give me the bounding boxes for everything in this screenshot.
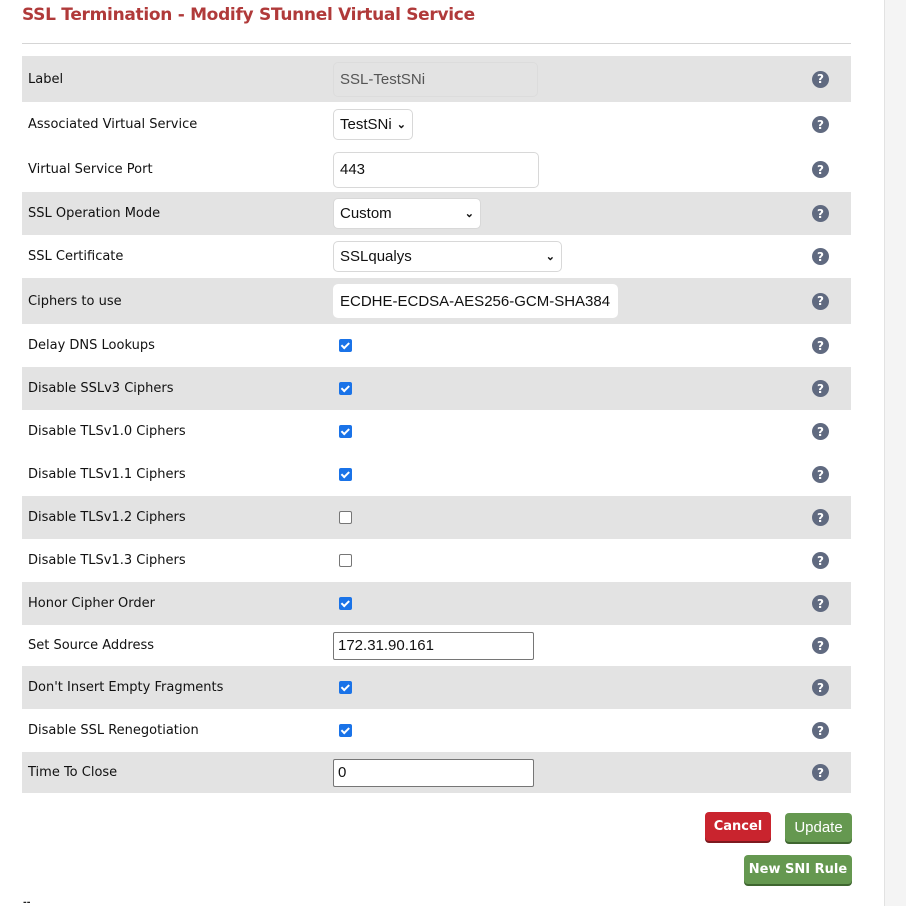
question-circle-icon[interactable]: ? (812, 205, 829, 222)
question-circle-icon[interactable]: ? (812, 637, 829, 654)
field-label: Set Source Address (28, 638, 155, 653)
form-row-delay-dns-lookups: Delay DNS Lookups ? (22, 324, 851, 367)
ssl-operation-mode-select[interactable]: Custom ⌄ (333, 198, 481, 229)
stunnel-form: Label ? Associated Virtual Service TestS… (22, 56, 851, 793)
chevron-down-icon: ⌄ (396, 119, 406, 131)
disable-ssl-renegotiation-checkbox[interactable] (339, 724, 352, 737)
form-row-virtual-service-port: Virtual Service Port ? (22, 147, 851, 192)
form-row-disable-sslv3: Disable SSLv3 Ciphers ? (22, 367, 851, 410)
question-circle-icon[interactable]: ? (812, 509, 829, 526)
form-row-set-source-address: Set Source Address ? (22, 625, 851, 666)
question-circle-icon[interactable]: ? (812, 764, 829, 781)
page-title: SSL Termination - Modify STunnel Virtual… (22, 5, 475, 25)
disable-sslv3-checkbox[interactable] (339, 382, 352, 395)
field-label: SSL Certificate (28, 249, 124, 264)
honor-cipher-order-checkbox[interactable] (339, 597, 352, 610)
form-row-ssl-certificate: SSL Certificate SSLqualys ⌄ ? (22, 235, 851, 278)
select-value: TestSNi (340, 116, 392, 133)
dont-insert-empty-fragments-checkbox[interactable] (339, 681, 352, 694)
question-circle-icon[interactable]: ? (812, 466, 829, 483)
form-row-associated-virtual-service: Associated Virtual Service TestSNi ⌄ ? (22, 102, 851, 147)
question-circle-icon[interactable]: ? (812, 595, 829, 612)
field-label: Virtual Service Port (28, 162, 153, 177)
form-row-disable-tlsv11: Disable TLSv1.1 Ciphers ? (22, 453, 851, 496)
field-label: Ciphers to use (28, 293, 122, 309)
form-row-label: Label ? (22, 56, 851, 102)
field-label: Honor Cipher Order (28, 596, 155, 611)
label-input[interactable] (333, 61, 538, 97)
question-circle-icon[interactable]: ? (812, 679, 829, 696)
field-label: Don't Insert Empty Fragments (28, 680, 224, 695)
chevron-down-icon: ⌄ (545, 251, 555, 263)
question-circle-icon[interactable]: ? (812, 380, 829, 397)
question-circle-icon[interactable]: ? (812, 248, 829, 265)
disable-tlsv13-checkbox[interactable] (339, 554, 352, 567)
form-row-disable-ssl-renegotiation: Disable SSL Renegotiation ? (22, 709, 851, 752)
form-row-dont-insert-empty-fragments: Don't Insert Empty Fragments ? (22, 666, 851, 709)
ciphers-input[interactable] (333, 284, 618, 318)
field-label: Associated Virtual Service (28, 117, 198, 132)
right-side-panel (884, 0, 906, 906)
form-row-ssl-operation-mode: SSL Operation Mode Custom ⌄ ? (22, 192, 851, 235)
field-label: Disable TLSv1.1 Ciphers (28, 467, 186, 482)
question-circle-icon[interactable]: ? (812, 116, 829, 133)
field-label: SSL Operation Mode (28, 206, 161, 221)
field-label: Disable SSL Renegotiation (28, 723, 199, 738)
field-label: Disable SSLv3 Ciphers (28, 381, 174, 396)
question-circle-icon[interactable]: ? (812, 423, 829, 440)
disable-tlsv11-checkbox[interactable] (339, 468, 352, 481)
field-label: Time To Close (28, 765, 118, 780)
disable-tlsv10-checkbox[interactable] (339, 425, 352, 438)
disable-tlsv12-checkbox[interactable] (339, 511, 352, 524)
select-value: SSLqualys (340, 248, 412, 265)
form-row-time-to-close: Time To Close ? (22, 752, 851, 793)
chevron-down-icon: ⌄ (464, 208, 474, 220)
associated-virtual-service-select[interactable]: TestSNi ⌄ (333, 109, 413, 140)
virtual-service-port-input[interactable] (333, 151, 539, 188)
ssl-certificate-select[interactable]: SSLqualys ⌄ (333, 241, 562, 272)
cancel-button[interactable]: Cancel (705, 812, 771, 841)
question-circle-icon[interactable]: ? (812, 161, 829, 178)
title-divider (22, 43, 851, 44)
footer-text: -- (23, 898, 31, 908)
field-label: Disable TLSv1.3 Ciphers (28, 553, 186, 568)
field-label: Label (28, 71, 64, 87)
form-row-honor-cipher-order: Honor Cipher Order ? (22, 582, 851, 625)
update-button[interactable]: Update (785, 813, 852, 842)
form-row-disable-tlsv10: Disable TLSv1.0 Ciphers ? (22, 410, 851, 453)
field-label: Delay DNS Lookups (28, 338, 155, 353)
question-circle-icon[interactable]: ? (812, 337, 829, 354)
field-label: Disable TLSv1.2 Ciphers (28, 510, 186, 525)
source-address-input[interactable] (333, 631, 534, 660)
question-circle-icon[interactable]: ? (812, 552, 829, 569)
field-label: Disable TLSv1.0 Ciphers (28, 424, 186, 439)
form-row-ciphers: Ciphers to use ? (22, 278, 851, 324)
select-value: Custom (340, 205, 392, 222)
time-to-close-input[interactable] (333, 758, 534, 787)
question-circle-icon[interactable]: ? (812, 722, 829, 739)
form-row-disable-tlsv13: Disable TLSv1.3 Ciphers ? (22, 539, 851, 582)
question-circle-icon[interactable]: ? (812, 292, 829, 310)
delay-dns-lookups-checkbox[interactable] (339, 339, 352, 352)
new-sni-rule-button[interactable]: New SNI Rule (744, 855, 852, 884)
form-row-disable-tlsv12: Disable TLSv1.2 Ciphers ? (22, 496, 851, 539)
question-circle-icon[interactable]: ? (812, 70, 829, 88)
